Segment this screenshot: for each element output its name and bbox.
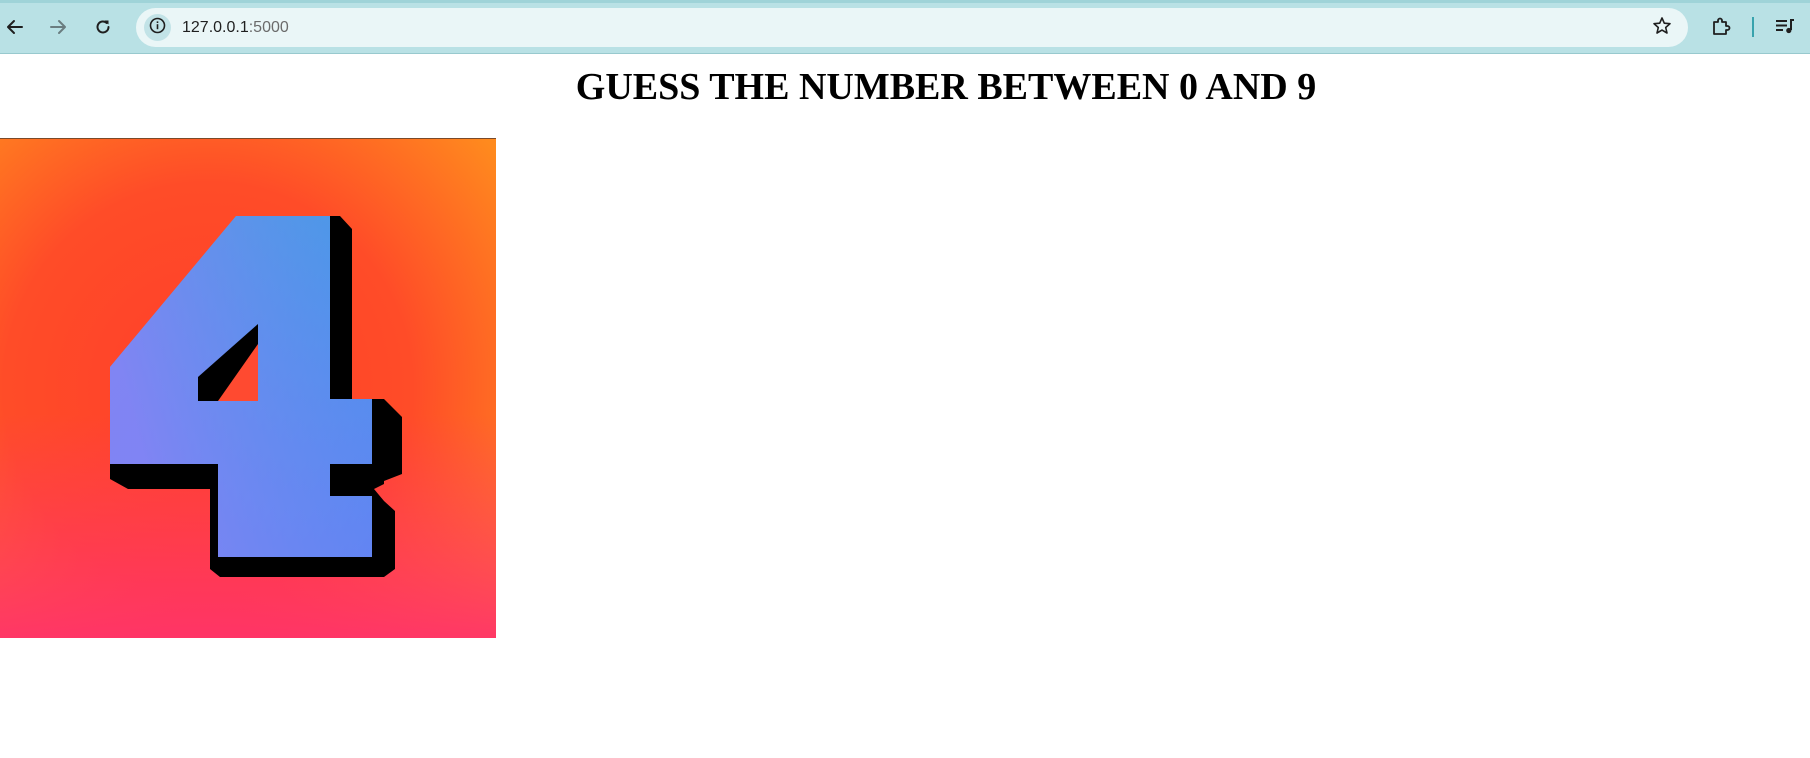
number-image <box>0 138 496 638</box>
address-bar[interactable]: 127.0.0.1:5000 <box>136 8 1688 47</box>
digit-four-graphic <box>0 139 496 638</box>
extensions-button[interactable] <box>1706 13 1736 43</box>
url-text[interactable]: 127.0.0.1:5000 <box>182 18 289 38</box>
star-icon <box>1652 16 1672 41</box>
site-info-button[interactable] <box>144 14 171 41</box>
bookmark-button[interactable] <box>1650 16 1674 40</box>
back-arrow-icon <box>6 18 24 36</box>
reload-icon <box>94 18 112 36</box>
media-queue-icon <box>1774 15 1796 42</box>
url-port: :5000 <box>248 19 289 36</box>
url-host: 127.0.0.1 <box>182 19 249 36</box>
forward-arrow-icon <box>49 18 67 36</box>
info-icon <box>149 17 166 39</box>
media-queue-button[interactable] <box>1770 13 1800 43</box>
page-title: GUESS THE NUMBER BETWEEN 0 AND 9 <box>575 66 1317 108</box>
forward-button[interactable] <box>43 12 73 42</box>
puzzle-icon <box>1710 15 1732 42</box>
reload-button[interactable] <box>88 12 118 42</box>
toolbar-divider <box>1752 17 1754 37</box>
browser-toolbar: 127.0.0.1:5000 <box>0 0 1810 54</box>
back-button[interactable] <box>0 12 30 42</box>
